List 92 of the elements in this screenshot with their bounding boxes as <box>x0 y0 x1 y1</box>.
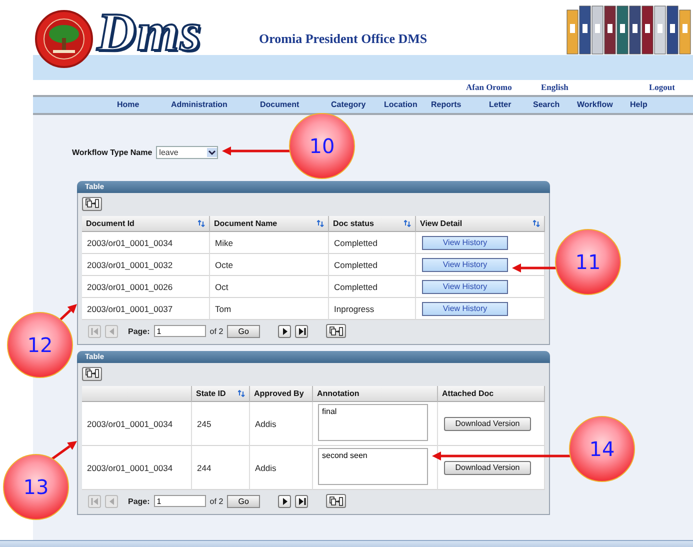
column-label: Doc status <box>333 219 374 228</box>
next-page-button[interactable] <box>278 494 292 508</box>
table-cell: 2003/or01_0001_0034 <box>87 238 173 248</box>
skip-triangle-icon <box>296 496 308 506</box>
column-header[interactable]: Document Id <box>82 216 210 232</box>
header-link[interactable]: English <box>541 80 568 95</box>
dropdown-arrow-icon <box>207 148 218 157</box>
page-input[interactable]: 1 <box>154 325 206 337</box>
go-button[interactable]: Go <box>227 494 260 508</box>
page-label: Page: <box>128 326 150 336</box>
logo-text: Dms <box>97 2 202 62</box>
download-version-button[interactable]: Download Version <box>444 416 531 430</box>
header-link[interactable]: Logout <box>649 80 675 95</box>
table-cell: Mike <box>215 238 233 248</box>
column-label: View Detail <box>420 219 462 228</box>
table-cell: 2003/or01_0001_0034 <box>87 418 173 428</box>
header-link[interactable]: Afan Oromo <box>466 80 512 95</box>
table-cell: 2003/or01_0001_0026 <box>87 282 173 292</box>
table-cell: 244 <box>197 462 212 472</box>
table-cell: Oct <box>215 282 228 292</box>
page-input[interactable]: 1 <box>154 495 206 507</box>
table-cell: Completted <box>334 282 378 292</box>
table-cell: Inprogress <box>334 304 374 314</box>
skip-triangle-icon <box>296 326 308 336</box>
nav-item[interactable]: Category <box>331 97 366 113</box>
site-title: Oromia President Office DMS <box>259 31 428 47</box>
column-header[interactable]: Document Name <box>210 216 329 232</box>
column-label: Approved By <box>254 389 304 398</box>
nav-item[interactable]: Administration <box>171 97 228 113</box>
column-header[interactable]: Approved By <box>250 386 313 402</box>
table-cell: Completted <box>334 260 378 270</box>
sort-icon[interactable] <box>533 220 540 227</box>
workflow-type-select[interactable]: leave <box>156 146 218 159</box>
column-label: State ID <box>196 389 226 398</box>
sort-icon[interactable] <box>317 220 324 227</box>
page-total: of 2 <box>210 326 224 336</box>
annotation-field[interactable]: final <box>318 404 428 441</box>
nav-item[interactable]: Workflow <box>577 97 613 113</box>
table-cell: 245 <box>197 418 212 428</box>
sort-icon[interactable] <box>198 220 205 227</box>
field-label: Workflow Type Name <box>72 148 152 157</box>
last-page-button[interactable] <box>295 494 308 508</box>
nav-item[interactable]: Search <box>533 97 560 113</box>
table-cell: Addis <box>255 418 276 428</box>
go-button[interactable]: Go <box>227 324 260 338</box>
column-label: Document Name <box>214 219 278 228</box>
callout-badge: 13 <box>3 454 69 520</box>
column-header[interactable]: State ID <box>192 386 250 402</box>
download-version-button[interactable]: Download Version <box>444 460 531 474</box>
page-label: Page: <box>128 496 150 506</box>
view-history-button[interactable]: View History <box>422 258 508 272</box>
nav-item[interactable]: Location <box>384 97 418 113</box>
nav-item[interactable]: Reports <box>431 97 462 113</box>
view-history-button[interactable]: View History <box>422 280 508 294</box>
callout-arrow <box>59 304 77 321</box>
sort-icon[interactable] <box>404 220 411 227</box>
sort-icon[interactable] <box>238 390 245 397</box>
nav-item[interactable]: Help <box>630 97 648 113</box>
table-cell: 2003/or01_0001_0032 <box>87 260 173 270</box>
table-cell: 2003/or01_0001_0037 <box>87 304 173 314</box>
column-label: Attached Doc <box>442 389 494 398</box>
column-label: Annotation <box>317 389 360 398</box>
nav-item[interactable]: Document <box>260 97 300 113</box>
callout-badge: 12 <box>7 312 73 378</box>
export-button[interactable] <box>326 494 346 508</box>
view-history-button[interactable]: View History <box>422 236 508 250</box>
column-header[interactable]: View Detail <box>416 216 545 232</box>
last-page-button[interactable] <box>295 324 308 338</box>
skip-triangle-icon <box>89 496 100 506</box>
column-header[interactable]: Doc status <box>329 216 416 232</box>
callout-arrow <box>51 441 77 460</box>
callout-arrow <box>222 146 290 156</box>
nav-item[interactable]: Letter <box>489 97 512 113</box>
export-button[interactable] <box>326 324 346 338</box>
emblem-logo <box>35 10 93 68</box>
view-history-button[interactable]: View History <box>422 302 508 316</box>
column-header[interactable]: Attached Doc <box>438 386 545 402</box>
skip-triangle-icon <box>89 326 100 336</box>
table-cell: Addis <box>255 462 276 472</box>
table-cell: Completted <box>334 238 378 248</box>
export-button[interactable] <box>82 366 102 380</box>
table-cell: 2003/or01_0001_0034 <box>87 462 173 472</box>
next-page-button[interactable] <box>278 324 292 338</box>
table-cell: Octe <box>215 260 233 270</box>
column-label: Document Id <box>86 219 134 228</box>
column-header[interactable]: Annotation <box>313 386 438 402</box>
callout-arrow <box>512 264 556 272</box>
table-cell: Tom <box>215 304 232 314</box>
page-total: of 2 <box>210 496 224 506</box>
export-button[interactable] <box>82 196 102 210</box>
annotation-field[interactable]: second seen <box>318 448 428 485</box>
nav-item[interactable]: Home <box>117 97 140 113</box>
